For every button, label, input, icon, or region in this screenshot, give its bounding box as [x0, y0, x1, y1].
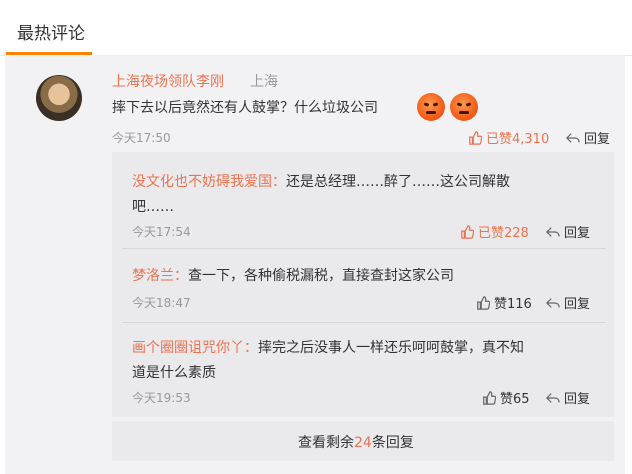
reply-text: 查一下，各种偷税漏税，直接查封这家公司 [188, 268, 454, 284]
avatar[interactable] [36, 75, 82, 121]
like-label: 已赞4,310 [486, 132, 550, 147]
reply-label: 回复 [564, 226, 591, 241]
comment-username[interactable]: 上海夜场领队李刚 [112, 71, 224, 91]
reply-username[interactable]: 没文化也不妨碍我爱国： [132, 174, 286, 190]
thumbs-up-icon [483, 390, 496, 405]
reply-button[interactable]: 回复 [546, 222, 590, 241]
like-button[interactable]: 已赞228 [460, 222, 529, 241]
like-button[interactable]: 已赞4,310 [468, 128, 549, 147]
reply-time: 今天18:47 [132, 296, 191, 310]
reply-button[interactable]: 回复 [546, 388, 590, 407]
reply-label: 回复 [564, 297, 591, 312]
reply-button[interactable]: 回复 [566, 128, 610, 147]
comment-location: 上海 [250, 74, 278, 90]
reply-button[interactable]: 回复 [546, 293, 590, 312]
comment-time: 今天17:50 [112, 131, 171, 145]
view-more-replies-link[interactable]: 查看剩余24条回复 [298, 432, 414, 452]
angry-face-icon [450, 93, 478, 121]
reply-label: 回复 [564, 392, 591, 407]
like-label: 赞65 [500, 392, 530, 407]
like-button[interactable]: 赞65 [482, 388, 530, 407]
reply-item: 没文化也不妨碍我爱国：还是总经理……醉了……这公司解散 吧…… [132, 170, 602, 220]
angry-face-icon [417, 93, 445, 121]
like-label: 赞116 [494, 297, 532, 312]
reply-time: 今天17:54 [132, 225, 191, 239]
header: 最热评论 [0, 0, 632, 56]
reply-username[interactable]: 梦洛兰： [132, 268, 188, 284]
reply-text: 还是总经理……醉了……这公司解散 [286, 174, 510, 190]
thumbs-up-icon [461, 224, 474, 239]
reply-arrow-icon [546, 392, 560, 403]
comment-text: 摔下去以后竟然还有人鼓掌？什么垃圾公司 [112, 100, 378, 116]
reply-item: 画个圈圈诅咒你丫：摔完之后没事人一样还乐呵呵鼓掌，真不知 道是什么素质 [132, 336, 602, 386]
thumbs-up-icon [477, 295, 490, 310]
reply-time: 今天19:53 [132, 391, 191, 405]
reply-text-cont: 道是什么素质 [132, 365, 216, 381]
reply-label: 回复 [584, 132, 611, 147]
reply-arrow-icon [566, 132, 580, 143]
reply-divider [122, 322, 606, 323]
reply-text-cont: 吧…… [132, 199, 174, 215]
reply-text: 摔完之后没事人一样还乐呵呵鼓掌，真不知 [258, 340, 524, 356]
like-button[interactable]: 赞116 [476, 293, 532, 312]
section-title: 最热评论 [17, 24, 85, 44]
remaining-count: 24 [354, 435, 372, 451]
view-more-suffix: 条回复 [371, 435, 414, 451]
thumbs-up-icon [469, 130, 482, 145]
like-label: 已赞228 [478, 226, 529, 241]
view-more-prefix: 查看剩余 [298, 435, 354, 451]
reply-username[interactable]: 画个圈圈诅咒你丫： [132, 340, 258, 356]
reply-arrow-icon [546, 226, 560, 237]
reply-arrow-icon [546, 297, 560, 308]
reply-divider [122, 248, 606, 249]
reply-item: 梦洛兰：查一下，各种偷税漏税，直接查封这家公司 [132, 264, 602, 289]
